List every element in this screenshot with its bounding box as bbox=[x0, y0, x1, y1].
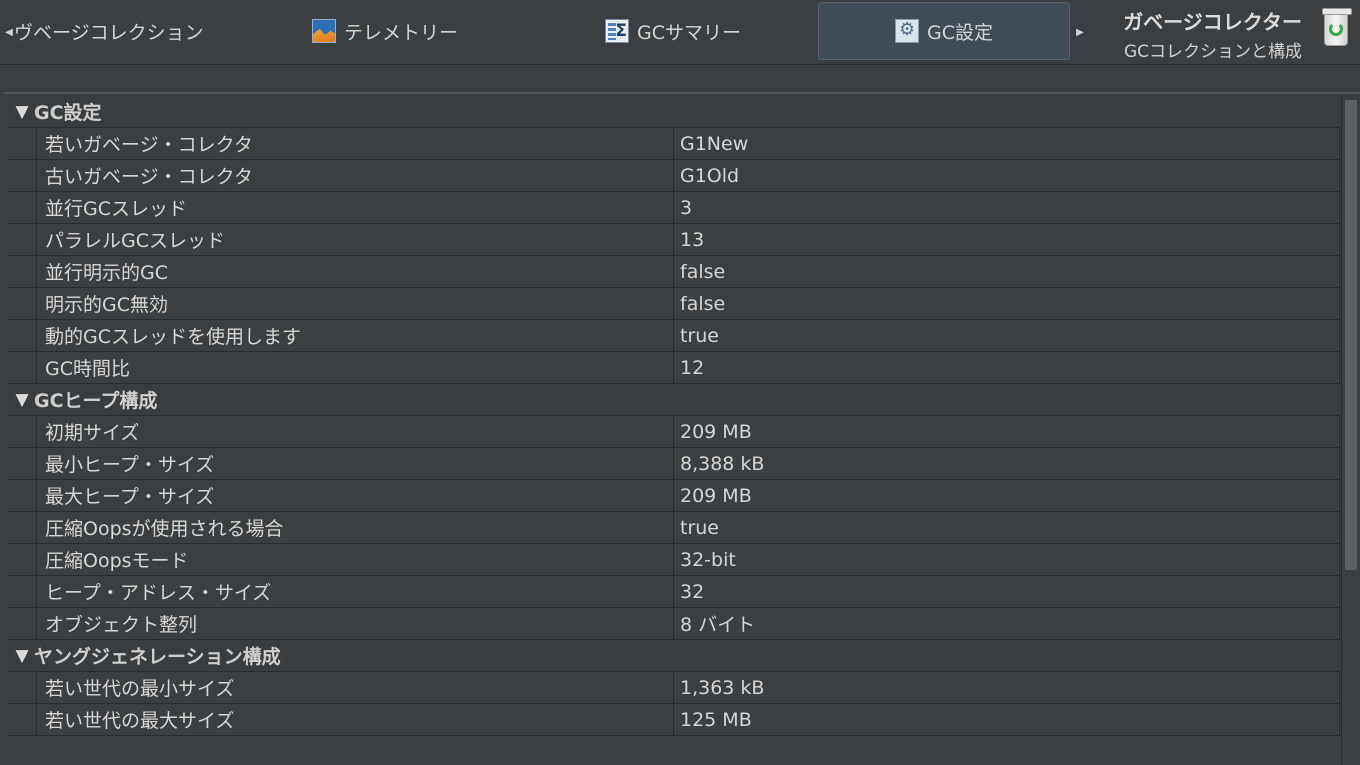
table-row[interactable]: 並行明示的GC false bbox=[8, 256, 1340, 288]
table-row[interactable]: 若い世代の最小サイズ 1,363 kB bbox=[8, 672, 1340, 704]
table-row[interactable]: 並行GCスレッド 3 bbox=[8, 192, 1340, 224]
property-name: 並行GCスレッド bbox=[37, 192, 674, 223]
property-name: 圧縮Oopsが使用される場合 bbox=[37, 512, 674, 543]
property-name: 最大ヒープ・サイズ bbox=[37, 480, 674, 511]
tab-gc-settings[interactable]: GC設定 bbox=[818, 2, 1070, 60]
panel-title: ガベージコレクター bbox=[1123, 10, 1302, 34]
tab-bar: ◀ ヴベージコレクション テレメトリー Σ GCサマリー GC設定 ▶ ガベージ… bbox=[0, 0, 1360, 65]
property-value: true bbox=[674, 512, 1340, 543]
property-name: 圧縮Oopsモード bbox=[37, 544, 674, 575]
section-gc-heap-config[interactable]: ▼ GCヒープ構成 bbox=[8, 384, 1340, 416]
table-row[interactable]: オブジェクト整列 8 バイト bbox=[8, 608, 1340, 640]
section-title: ヤングジェネレーション構成 bbox=[34, 646, 281, 668]
scrollbar-thumb[interactable] bbox=[1345, 100, 1357, 570]
properties-tree: ▼ GC設定 若いガベージ・コレクタ G1New 古いガベージ・コレクタ G1Old… bbox=[8, 96, 1340, 736]
property-name: 初期サイズ bbox=[37, 416, 674, 447]
tab-telemetry[interactable]: テレメトリー bbox=[244, 2, 526, 60]
table-row[interactable]: 初期サイズ 209 MB bbox=[8, 416, 1340, 448]
tab-garbage-collection-label: ヴベージコレクション bbox=[14, 21, 204, 44]
property-name: 若い世代の最小サイズ bbox=[37, 672, 674, 703]
table-row[interactable]: 若いガベージ・コレクタ G1New bbox=[8, 128, 1340, 160]
table-row[interactable]: GC時間比 12 bbox=[8, 352, 1340, 384]
table-row[interactable]: 圧縮Oopsが使用される場合 true bbox=[8, 512, 1340, 544]
table-row[interactable]: パラレルGCスレッド 13 bbox=[8, 224, 1340, 256]
table-row[interactable]: 明示的GC無効 false bbox=[8, 288, 1340, 320]
property-value: 8 バイト bbox=[674, 608, 1340, 639]
property-value: 12 bbox=[674, 352, 1340, 383]
table-row[interactable]: 動的GCスレッドを使用します true bbox=[8, 320, 1340, 352]
property-value: 209 MB bbox=[674, 480, 1340, 511]
property-value: 13 bbox=[674, 224, 1340, 255]
property-name: 明示的GC無効 bbox=[37, 288, 674, 319]
tab-scroll-right-icon[interactable]: ▶ bbox=[1075, 22, 1085, 42]
table-row[interactable]: 若い世代の最大サイズ 125 MB bbox=[8, 704, 1340, 736]
property-value: true bbox=[674, 320, 1340, 351]
property-name: 最小ヒープ・サイズ bbox=[37, 448, 674, 479]
property-value: G1New bbox=[674, 128, 1340, 159]
property-name: オブジェクト整列 bbox=[37, 608, 674, 639]
collapse-triangle-icon[interactable]: ▼ bbox=[10, 102, 34, 122]
property-value: false bbox=[674, 256, 1340, 287]
property-value: 32 bbox=[674, 576, 1340, 607]
tab-gc-settings-label: GC設定 bbox=[927, 21, 993, 44]
property-value: 209 MB bbox=[674, 416, 1340, 447]
gc-summary-icon: Σ bbox=[605, 19, 629, 43]
section-title: GC設定 bbox=[34, 102, 102, 124]
tab-garbage-collection[interactable]: ヴベージコレクション bbox=[14, 2, 244, 60]
table-row[interactable]: 最大ヒープ・サイズ 209 MB bbox=[8, 480, 1340, 512]
section-title: GCヒープ構成 bbox=[34, 390, 158, 412]
tab-gc-summary[interactable]: Σ GCサマリー bbox=[530, 2, 816, 60]
gc-settings-icon bbox=[895, 19, 919, 43]
tab-telemetry-label: テレメトリー bbox=[343, 21, 458, 44]
property-name: 若い世代の最大サイズ bbox=[37, 704, 674, 735]
tab-scroll-left-icon[interactable]: ◀ bbox=[4, 22, 14, 42]
recycle-icon bbox=[1329, 22, 1343, 36]
property-name: 古いガベージ・コレクタ bbox=[37, 160, 674, 191]
property-value: 32-bit bbox=[674, 544, 1340, 575]
tab-gc-summary-label: GCサマリー bbox=[637, 21, 741, 44]
section-young-generation-config[interactable]: ▼ ヤングジェネレーション構成 bbox=[8, 640, 1340, 672]
sigma-glyph: Σ bbox=[615, 21, 627, 41]
panel-subtitle: GCコレクションと構成 bbox=[1123, 42, 1302, 62]
section-gc-settings[interactable]: ▼ GC設定 bbox=[8, 96, 1340, 128]
garbage-collector-trash-icon bbox=[1320, 8, 1352, 48]
property-name: 並行明示的GC bbox=[37, 256, 674, 287]
property-name: GC時間比 bbox=[37, 352, 674, 383]
property-value: false bbox=[674, 288, 1340, 319]
telemetry-chart-icon bbox=[311, 19, 336, 43]
property-value: 1,363 kB bbox=[674, 672, 1340, 703]
properties-panel: ▼ GC設定 若いガベージ・コレクタ G1New 古いガベージ・コレクタ G1Old… bbox=[4, 92, 1360, 765]
property-name: パラレルGCスレッド bbox=[37, 224, 674, 255]
vertical-scrollbar[interactable] bbox=[1341, 96, 1360, 765]
table-row[interactable]: ヒープ・アドレス・サイズ 32 bbox=[8, 576, 1340, 608]
collapse-triangle-icon[interactable]: ▼ bbox=[10, 646, 34, 666]
property-value: 125 MB bbox=[674, 704, 1340, 735]
table-row[interactable]: 古いガベージ・コレクタ G1Old bbox=[8, 160, 1340, 192]
table-row[interactable]: 最小ヒープ・サイズ 8,388 kB bbox=[8, 448, 1340, 480]
property-value: G1Old bbox=[674, 160, 1340, 191]
table-row[interactable]: 圧縮Oopsモード 32-bit bbox=[8, 544, 1340, 576]
property-name: ヒープ・アドレス・サイズ bbox=[37, 576, 674, 607]
property-value: 8,388 kB bbox=[674, 448, 1340, 479]
property-name: 若いガベージ・コレクタ bbox=[37, 128, 674, 159]
collapse-triangle-icon[interactable]: ▼ bbox=[10, 390, 34, 410]
property-value: 3 bbox=[674, 192, 1340, 223]
property-name: 動的GCスレッドを使用します bbox=[37, 320, 674, 351]
